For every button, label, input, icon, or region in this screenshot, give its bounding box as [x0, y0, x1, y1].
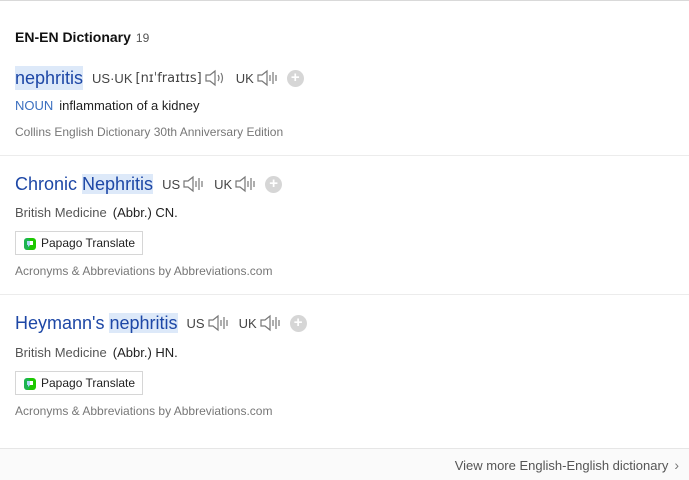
chevron-right-icon: › [674, 457, 679, 473]
footer-bar: View more English-English dictionary › [0, 448, 689, 480]
entry-nephritis-definition: NOUN inflammation of a kidney [15, 98, 199, 113]
papago-label: Papago Translate [41, 376, 136, 390]
field-label: British Medicine [15, 345, 107, 360]
top-divider [0, 0, 689, 1]
papago-translate-button[interactable]: Papago Translate [15, 371, 143, 395]
headword-prefix: Heymann's [15, 313, 110, 333]
headword-highlight: nephritis [109, 313, 178, 333]
us-label: US [162, 176, 181, 192]
view-more-link[interactable]: View more English-English dictionary › [455, 457, 679, 473]
entry-nephritis-header: nephritis US·UK [nɪˈfraɪtɪs] UK + [15, 66, 304, 90]
papago-icon [24, 377, 36, 390]
papago-translate-button[interactable]: Papago Translate [15, 231, 143, 255]
us-label: US [186, 315, 205, 331]
view-more-label: View more English-English dictionary [454, 457, 669, 473]
section-count: 19 [135, 31, 150, 45]
entry-chronic-nephritis-header: Chronic Nephritis US UK + [15, 172, 283, 196]
entry-heymanns-nephritis-header: Heymann's nephritis US UK + [15, 311, 307, 335]
headword-link[interactable]: nephritis [15, 66, 84, 90]
definition-text: inflammation of a kidney [59, 98, 200, 113]
divider [0, 155, 689, 156]
definition-text: (Abbr.) HN. [112, 345, 178, 360]
speaker-icon[interactable] [204, 69, 228, 87]
add-wordbook-icon[interactable]: + [289, 314, 307, 332]
entry-chronic-nephritis-definition: British Medicine (Abbr.) CN. [15, 205, 178, 220]
pron-region-label: US·UK [92, 70, 133, 86]
entry-source[interactable]: Collins English Dictionary 30th Annivers… [15, 125, 283, 139]
uk-label: UK [235, 70, 254, 86]
speaker-uk-icon[interactable] [256, 69, 280, 87]
headword-prefix: Chronic [15, 174, 83, 194]
headword-link[interactable]: Chronic Nephritis [15, 172, 154, 196]
speaker-us-icon[interactable] [182, 175, 206, 193]
divider [0, 294, 689, 295]
entry-source[interactable]: Acronyms & Abbreviations by Abbreviation… [15, 264, 272, 278]
section-header: EN-EN Dictionary 19 [15, 29, 149, 45]
uk-label: UK [238, 315, 257, 331]
papago-icon [24, 237, 36, 250]
speaker-uk-icon[interactable] [259, 314, 283, 332]
speaker-us-icon[interactable] [207, 314, 231, 332]
headword-highlight: Nephritis [82, 174, 154, 194]
headword-link[interactable]: Heymann's nephritis [15, 311, 178, 335]
phonetic-text: [nɪˈfraɪtɪs] [135, 70, 202, 86]
part-of-speech: NOUN [15, 98, 54, 113]
uk-label: UK [214, 176, 233, 192]
entry-heymanns-nephritis-definition: British Medicine (Abbr.) HN. [15, 345, 178, 360]
definition-text: (Abbr.) CN. [112, 205, 178, 220]
field-label: British Medicine [15, 205, 107, 220]
speaker-uk-icon[interactable] [234, 175, 258, 193]
add-wordbook-icon[interactable]: + [286, 69, 304, 87]
papago-label: Papago Translate [41, 236, 136, 250]
entry-source[interactable]: Acronyms & Abbreviations by Abbreviation… [15, 404, 272, 418]
section-title: EN-EN Dictionary [15, 29, 131, 45]
add-wordbook-icon[interactable]: + [265, 175, 283, 193]
